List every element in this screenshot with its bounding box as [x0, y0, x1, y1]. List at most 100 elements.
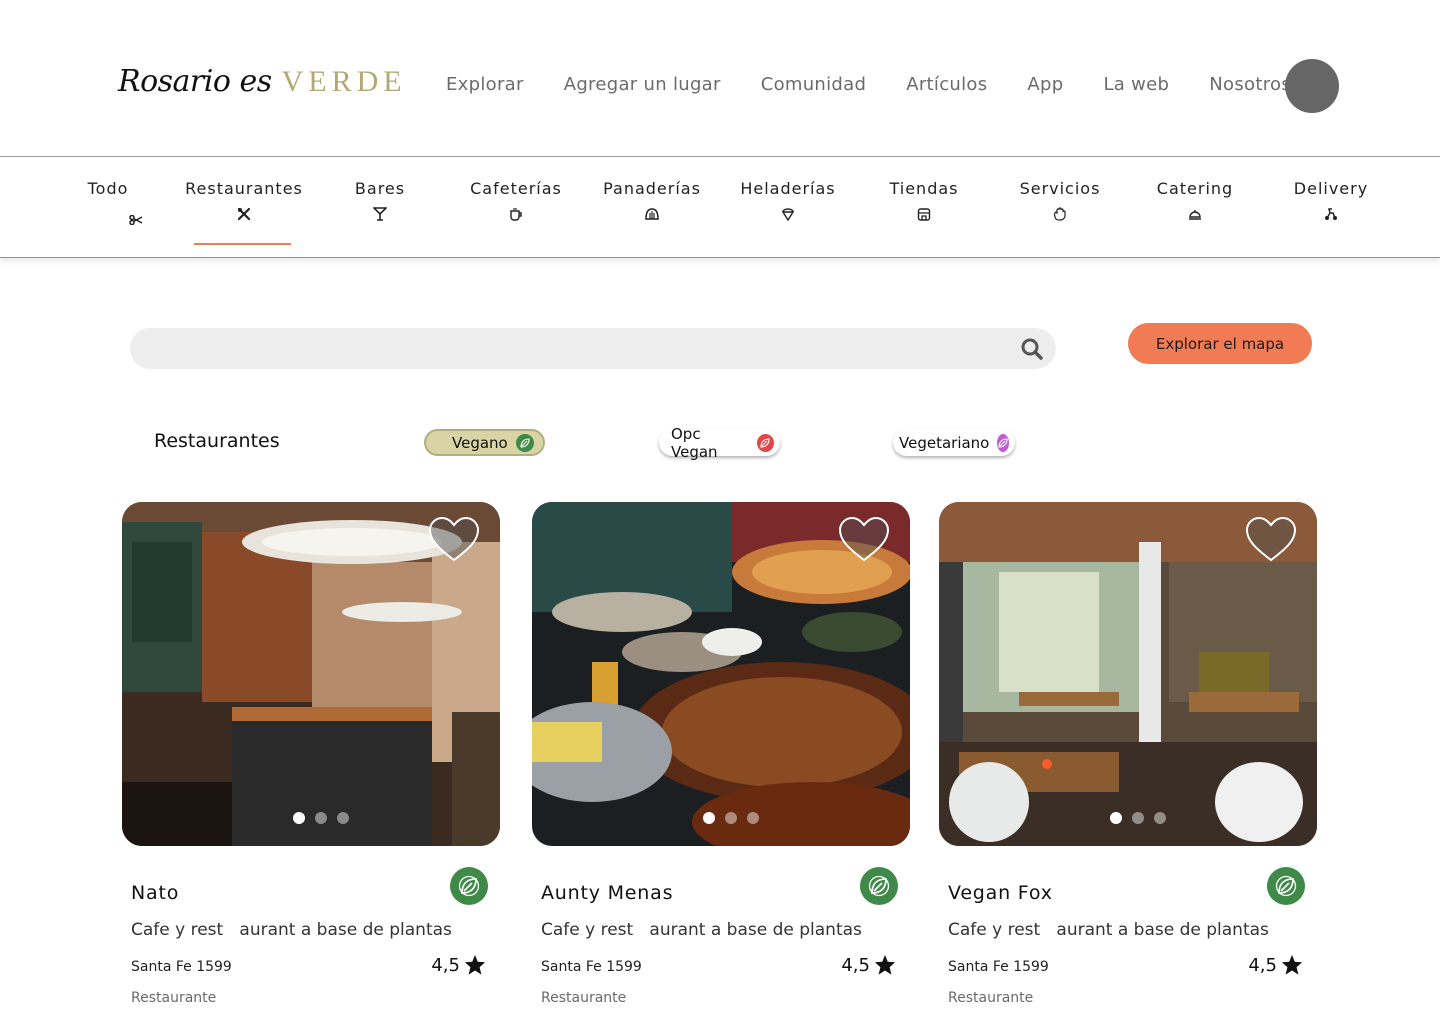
- rating-value: 4,5: [1248, 954, 1277, 976]
- category-label: Tiendas: [889, 179, 959, 198]
- leaf-icon: [756, 433, 774, 452]
- scooter-icon: [1261, 207, 1401, 224]
- star-icon: [464, 954, 486, 975]
- category-tiendas[interactable]: Tiendas: [854, 179, 994, 224]
- filter-opc-vegan[interactable]: Opc Vegan: [659, 425, 780, 461]
- category-bares[interactable]: Bares: [310, 179, 450, 224]
- category-catering[interactable]: Catering: [1125, 179, 1265, 224]
- avatar[interactable]: [1285, 59, 1339, 113]
- carousel-dots: [703, 812, 769, 824]
- rating-value: 4,5: [431, 954, 460, 976]
- category-panaderias[interactable]: Panaderías: [582, 179, 722, 224]
- restaurant-card[interactable]: Nato Cafe y rest aurant a base de planta…: [122, 502, 500, 1022]
- card-description: Cafe y rest aurant a base de plantas: [131, 920, 452, 940]
- card-address: Santa Fe 1599: [131, 959, 232, 975]
- search-icon[interactable]: [1020, 337, 1044, 361]
- vegan-badge-icon: [860, 867, 898, 905]
- site-header: Rosario es VERDE Explorar Agregar un lug…: [0, 0, 1440, 157]
- card-rating: 4,5: [431, 954, 486, 976]
- logo-brand: VERDE: [281, 65, 407, 98]
- bread-icon: [582, 207, 722, 224]
- restaurant-card[interactable]: Aunty Menas Cafe y rest aurant a base de…: [532, 502, 910, 1022]
- star-icon: [874, 954, 896, 975]
- nav-la-web[interactable]: La web: [1103, 74, 1169, 95]
- star-icon: [1281, 954, 1303, 975]
- carousel-dot[interactable]: [703, 812, 715, 824]
- category-label: Cafeterías: [470, 179, 562, 198]
- filter-label: Vegano: [452, 433, 508, 452]
- carousel-dot[interactable]: [725, 812, 737, 824]
- card-type: Restaurante: [541, 990, 627, 1006]
- card-title: Aunty Menas: [541, 882, 674, 904]
- favorite-heart-icon[interactable]: [838, 516, 890, 564]
- search-bar: [130, 328, 1056, 369]
- category-delivery[interactable]: Delivery: [1261, 179, 1401, 224]
- category-heladerias[interactable]: Heladerías: [718, 179, 858, 224]
- filter-vegano[interactable]: Vegano: [424, 429, 545, 456]
- hand-icon: [990, 207, 1130, 224]
- card-type: Restaurante: [948, 990, 1034, 1006]
- category-todo[interactable]: Todo: [38, 179, 178, 228]
- category-restaurantes[interactable]: Restaurantes: [174, 179, 314, 224]
- card-type: Restaurante: [131, 990, 217, 1006]
- filter-label: Opc Vegan: [671, 424, 718, 461]
- card-photo[interactable]: [122, 502, 500, 846]
- search-input[interactable]: [130, 328, 1056, 369]
- favorite-heart-icon[interactable]: [1245, 516, 1297, 564]
- leaf-icon: [997, 433, 1010, 452]
- card-photo[interactable]: [532, 502, 910, 846]
- carousel-dot[interactable]: [1110, 812, 1122, 824]
- card-description: Cafe y rest aurant a base de plantas: [541, 920, 862, 940]
- ice-cream-icon: [718, 207, 858, 224]
- scissors-icon: [94, 214, 178, 228]
- carousel-dot[interactable]: [1154, 812, 1166, 824]
- restaurant-card[interactable]: Vegan Fox Cafe y rest aurant a base de p…: [939, 502, 1317, 1022]
- nav-app[interactable]: App: [1027, 74, 1063, 95]
- category-label: Heladerías: [740, 179, 836, 198]
- logo-script: Rosario es: [118, 64, 272, 99]
- carousel-dot[interactable]: [337, 812, 349, 824]
- category-label: Panaderías: [603, 179, 701, 198]
- vegan-badge-icon: [450, 867, 488, 905]
- category-label: Restaurantes: [185, 179, 303, 198]
- carousel-dot[interactable]: [1132, 812, 1144, 824]
- carousel-dot[interactable]: [747, 812, 759, 824]
- card-title: Nato: [131, 882, 180, 904]
- category-label: Servicios: [1019, 179, 1101, 198]
- card-rating: 4,5: [1248, 954, 1303, 976]
- category-label: Todo: [87, 179, 129, 198]
- nav-nosotros[interactable]: Nosotros: [1209, 74, 1291, 95]
- coffee-cup-icon: [446, 207, 586, 224]
- card-address: Santa Fe 1599: [541, 959, 642, 975]
- category-servicios[interactable]: Servicios: [990, 179, 1130, 224]
- section-title: Restaurantes: [154, 430, 280, 452]
- card-rating: 4,5: [841, 954, 896, 976]
- nav-agregar-lugar[interactable]: Agregar un lugar: [564, 74, 721, 95]
- category-label: Delivery: [1293, 179, 1369, 198]
- cloche-icon: [1125, 207, 1265, 224]
- category-label: Bares: [354, 179, 406, 198]
- vegan-badge-icon: [1267, 867, 1305, 905]
- explore-map-button[interactable]: Explorar el mapa: [1128, 323, 1312, 364]
- nav-comunidad[interactable]: Comunidad: [761, 74, 867, 95]
- filter-vegetariano[interactable]: Vegetariano: [893, 429, 1015, 456]
- rating-value: 4,5: [841, 954, 870, 976]
- carousel-dot[interactable]: [293, 812, 305, 824]
- carousel-dots: [1110, 812, 1176, 824]
- cutlery-icon: [174, 207, 314, 224]
- card-description: Cafe y rest aurant a base de plantas: [948, 920, 1269, 940]
- category-cafeterias[interactable]: Cafeterías: [446, 179, 586, 224]
- store-icon: [854, 207, 994, 224]
- filter-label: Vegetariano: [899, 433, 990, 452]
- card-address: Santa Fe 1599: [948, 959, 1049, 975]
- nav-explorar[interactable]: Explorar: [446, 74, 524, 95]
- logo[interactable]: Rosario es VERDE: [118, 64, 407, 99]
- favorite-heart-icon[interactable]: [428, 516, 480, 564]
- carousel-dots: [293, 812, 359, 824]
- category-label: Catering: [1156, 179, 1234, 198]
- leaf-icon: [515, 433, 534, 452]
- card-photo[interactable]: [939, 502, 1317, 846]
- carousel-dot[interactable]: [315, 812, 327, 824]
- active-category-indicator: [194, 243, 291, 245]
- nav-articulos[interactable]: Artículos: [906, 74, 987, 95]
